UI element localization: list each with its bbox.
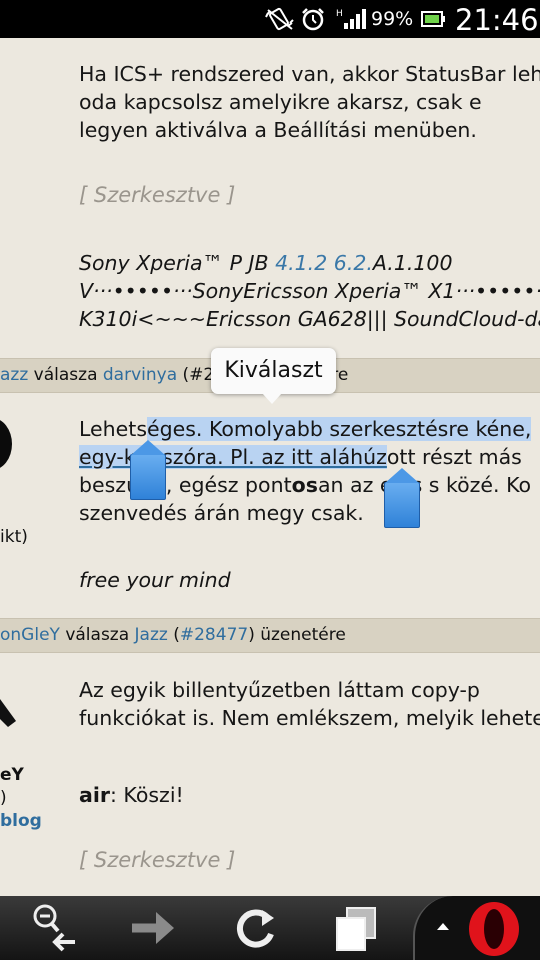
selected-text[interactable]: éges. Komolyabb szerkesztésre kéne,	[147, 417, 532, 441]
text-span: : Köszi!	[109, 783, 184, 807]
signature: free your mind	[79, 568, 231, 592]
bold-text: air	[79, 783, 110, 807]
status-bar: H 99% 21:46	[0, 0, 540, 38]
user-rank: )	[0, 788, 7, 808]
target-author-link[interactable]: darvinya	[103, 365, 177, 385]
reply-ref-link[interactable]: #28477	[180, 625, 248, 645]
text-span: beszúrni, egész pont	[79, 473, 292, 497]
text-line: funkciókat is. Nem emlékszem, melyik leh…	[79, 706, 540, 730]
signature: Sony Xperia™ P JB 4.1.2 6.2.A.1.100 V···…	[79, 249, 540, 333]
caret-up-icon	[437, 923, 449, 930]
battery-icon	[421, 11, 445, 27]
author-link[interactable]: azz	[0, 365, 28, 385]
vibrate-icon	[265, 7, 294, 31]
signal-icon: H	[336, 9, 366, 29]
selection-start-handle[interactable]	[130, 440, 166, 500]
zoom-out-back-icon[interactable]	[25, 896, 80, 960]
select-tooltip[interactable]: Kiválaszt	[211, 348, 336, 394]
selected-text[interactable]: egy-két szóra. Pl. az itt aláhúz	[79, 445, 387, 469]
reply-text: (	[167, 625, 180, 645]
clock: 21:46	[455, 3, 539, 37]
sig-line: K310i<~~~Ericsson GA628||| SoundCloud-da…	[79, 307, 540, 331]
target-author-link[interactable]: Jazz	[135, 625, 168, 645]
sig-version-link[interactable]: 4.1.2	[275, 251, 327, 275]
user-rank: ikt)	[0, 527, 28, 547]
text-line: szenvedés árán megy csak.	[79, 501, 364, 525]
sig-text: Sony Xperia™ P JB	[79, 251, 276, 275]
tabs-icon[interactable]	[333, 896, 381, 960]
sig-line: V···•••••···SonyEricsson Xperia™ X1···••…	[79, 279, 540, 303]
post-line: oda kapcsolsz amelyikre akarsz, csak e	[79, 90, 482, 114]
text-line: Az egyik billentyűzetben láttam copy-p	[79, 678, 480, 702]
alarm-icon	[302, 8, 324, 31]
post-line: legyen aktiválva a Beállítási menüben.	[79, 118, 477, 142]
sig-text: A.1.100	[372, 251, 453, 275]
forum-thread[interactable]: Ha ICS+ rendszered van, akkor StatusBar …	[0, 38, 540, 896]
edited-link[interactable]: [ Szerkesztve ]	[79, 183, 235, 207]
selection-end-handle[interactable]	[384, 468, 420, 528]
opera-logo-icon	[469, 902, 519, 956]
post-body: air: Köszi!	[79, 781, 540, 809]
reply-text: válasza	[59, 625, 135, 645]
text-span: ott részt más	[386, 445, 522, 469]
battery-percent: 99%	[371, 8, 414, 30]
blog-link[interactable]: blog	[0, 811, 42, 831]
svg-text:H: H	[336, 9, 343, 19]
reply-text: válasza	[28, 365, 103, 385]
forward-icon[interactable]	[128, 896, 178, 960]
opera-menu-tab[interactable]	[413, 896, 540, 960]
bold-text: os	[291, 473, 318, 497]
username[interactable]: eY	[0, 765, 24, 785]
sig-version-link[interactable]: 6.2.	[334, 251, 373, 275]
tooltip-arrow	[262, 393, 282, 404]
reply-ref[interactable]: (#2	[183, 365, 215, 385]
post-body: Az egyik billentyűzetben láttam copy-p f…	[79, 676, 540, 732]
text-span: Lehets	[79, 417, 147, 441]
author-link[interactable]: onGleY	[0, 625, 60, 645]
edited-link[interactable]: [ Szerkesztve ]	[79, 848, 235, 872]
reload-icon[interactable]	[228, 896, 283, 960]
text-span: an az e és s közé. Ko	[317, 473, 532, 497]
avatar[interactable]	[0, 693, 20, 733]
avatar[interactable]	[0, 418, 12, 470]
reply-header: onGleY válasza Jazz (#28477) üzenetére	[0, 618, 540, 653]
browser-toolbar	[0, 896, 540, 960]
reply-text: ) üzenetére	[248, 625, 346, 645]
post-body: Ha ICS+ rendszered van, akkor StatusBar …	[79, 60, 540, 144]
post-line: Ha ICS+ rendszered van, akkor StatusBar …	[79, 62, 540, 86]
